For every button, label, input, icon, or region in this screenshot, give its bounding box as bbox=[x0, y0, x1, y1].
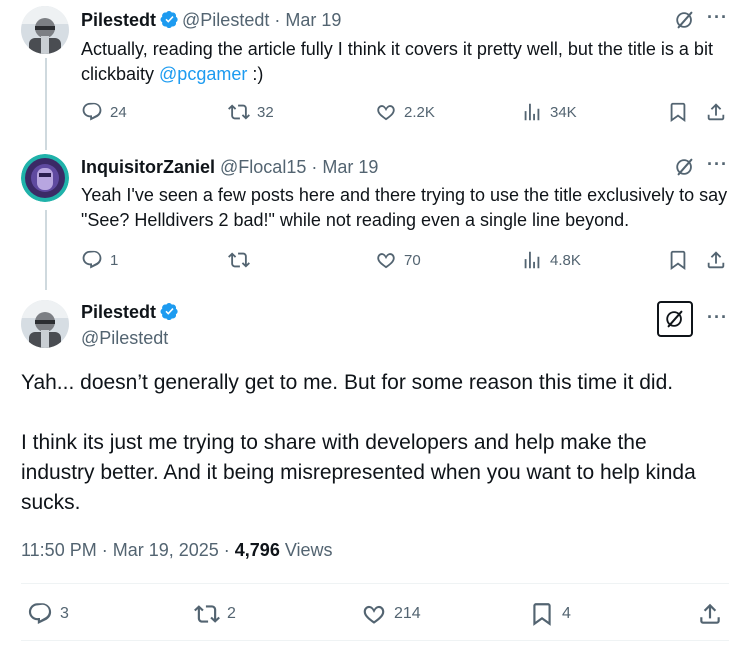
tweet-header: Pilestedt @Pilestedt · Mar 19 bbox=[81, 9, 341, 31]
like-button[interactable]: 214 bbox=[361, 601, 421, 627]
like-icon bbox=[375, 249, 397, 271]
bookmark-button[interactable]: 4 bbox=[529, 601, 571, 627]
view-count: 4,796 bbox=[234, 540, 280, 560]
bookmark-icon bbox=[529, 601, 555, 627]
reply-icon bbox=[27, 601, 53, 627]
reply-button[interactable]: 24 bbox=[81, 101, 127, 123]
mention-link[interactable]: @pcgamer bbox=[159, 64, 247, 84]
more-icon[interactable]: ··· bbox=[707, 7, 728, 28]
author-name[interactable]: Pilestedt bbox=[81, 10, 156, 30]
divider bbox=[21, 583, 729, 584]
share-icon[interactable] bbox=[705, 249, 727, 271]
divider bbox=[21, 640, 729, 641]
verified-icon bbox=[160, 10, 179, 29]
more-icon[interactable]: ··· bbox=[707, 154, 728, 175]
grok-icon[interactable] bbox=[674, 156, 696, 178]
bookmark-icon[interactable] bbox=[667, 101, 689, 123]
like-icon bbox=[375, 101, 397, 123]
repost-icon bbox=[194, 601, 220, 627]
tweet-text: Yeah I've seen a few posts here and ther… bbox=[81, 185, 728, 230]
bookmark-icon[interactable] bbox=[667, 249, 689, 271]
author-handle[interactable]: @Pilestedt bbox=[81, 328, 168, 349]
tweet-text: Actually, reading the article fully I th… bbox=[81, 39, 713, 84]
reply-icon bbox=[81, 101, 103, 123]
avatar[interactable] bbox=[21, 300, 69, 348]
views-button[interactable]: 34K bbox=[521, 101, 577, 123]
tweet-timestamp: 11:50 PM · Mar 19, 2025 · 4,796 Views bbox=[21, 540, 333, 560]
verified-icon bbox=[160, 302, 179, 321]
repost-button[interactable]: 32 bbox=[228, 101, 274, 123]
thread-line bbox=[45, 58, 47, 150]
more-icon[interactable]: ··· bbox=[707, 307, 728, 328]
author-handle[interactable]: @Flocal15 bbox=[220, 157, 306, 177]
thread-line bbox=[45, 210, 47, 290]
author-handle[interactable]: @Pilestedt bbox=[182, 10, 269, 30]
author-name[interactable]: Pilestedt bbox=[81, 302, 182, 323]
like-icon bbox=[361, 601, 387, 627]
grok-button[interactable] bbox=[657, 301, 693, 337]
tweet-text: I think its just me trying to share with… bbox=[21, 431, 696, 514]
avatar[interactable] bbox=[21, 154, 69, 202]
grok-icon[interactable] bbox=[674, 9, 696, 31]
like-button[interactable]: 2.2K bbox=[375, 101, 435, 123]
like-button[interactable]: 70 bbox=[375, 249, 421, 271]
reply-button[interactable]: 1 bbox=[81, 249, 118, 271]
views-icon bbox=[521, 101, 543, 123]
reply-icon bbox=[81, 249, 103, 271]
views-icon bbox=[521, 249, 543, 271]
reply-button[interactable]: 3 bbox=[27, 601, 69, 627]
grok-icon bbox=[664, 308, 686, 330]
views-button[interactable]: 4.8K bbox=[521, 249, 581, 271]
tweet-header: InquisitorZaniel @Flocal15 · Mar 19 bbox=[81, 156, 378, 178]
repost-button[interactable]: 2 bbox=[194, 601, 236, 627]
tweet-date[interactable]: · Mar 19 bbox=[274, 10, 341, 30]
repost-icon bbox=[228, 101, 250, 123]
repost-icon bbox=[228, 249, 250, 271]
repost-button[interactable] bbox=[228, 249, 257, 271]
author-name[interactable]: InquisitorZaniel bbox=[81, 157, 215, 177]
share-icon[interactable] bbox=[697, 601, 723, 627]
avatar[interactable] bbox=[21, 6, 69, 54]
timestamp-link[interactable]: 11:50 PM · Mar 19, 2025 · bbox=[21, 540, 235, 560]
share-icon[interactable] bbox=[705, 101, 727, 123]
tweet-date[interactable]: · Mar 19 bbox=[311, 157, 378, 177]
tweet-text: Yah... doesn’t generally get to me. But … bbox=[21, 371, 674, 394]
